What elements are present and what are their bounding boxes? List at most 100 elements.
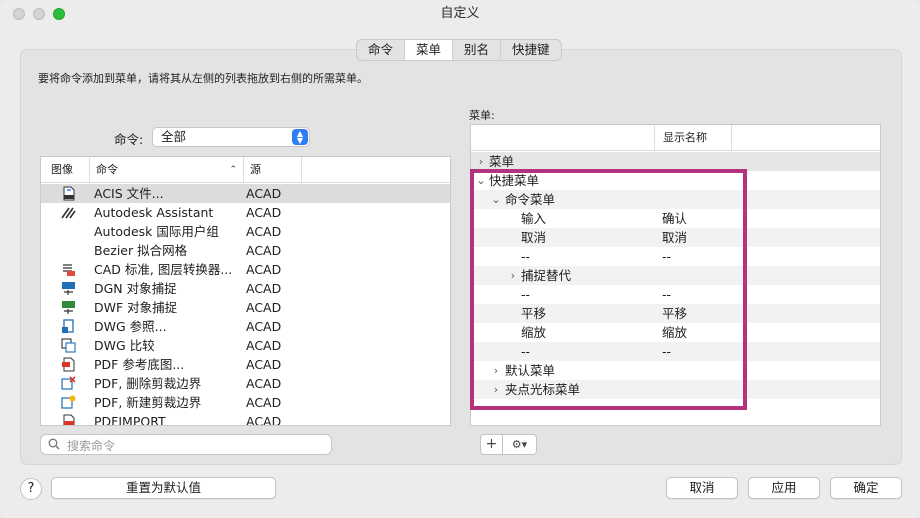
- tree-item-default-menu[interactable]: › 默认菜单: [471, 361, 880, 380]
- list-item-source: ACAD: [246, 376, 282, 391]
- tree-item-label: 命令菜单: [505, 192, 556, 207]
- apply-button[interactable]: 应用: [748, 477, 820, 499]
- menu-tree-label: 菜单:: [469, 109, 495, 122]
- window-title: 自定义: [440, 6, 480, 21]
- tree-item-menus[interactable]: › 菜单: [471, 152, 880, 171]
- tree-item-separator[interactable]: -- --: [471, 342, 880, 361]
- tree-item-separator[interactable]: -- --: [471, 285, 880, 304]
- tree-item-label: 缩放: [521, 325, 547, 340]
- tab-menus[interactable]: 菜单: [405, 40, 454, 60]
- chevron-right-icon[interactable]: ›: [490, 380, 502, 399]
- sort-ascending-icon: ⌃: [229, 165, 237, 175]
- list-item-name: Bezier 拟合网格: [94, 243, 188, 258]
- minimize-window-button[interactable]: [33, 8, 45, 20]
- list-item-name: Autodesk Assistant: [94, 205, 214, 220]
- chevron-down-icon[interactable]: ⌄: [475, 171, 487, 190]
- dwg-reference-icon: [62, 319, 74, 333]
- list-item-name: PDF, 删除剪裁边界: [94, 376, 202, 391]
- list-item[interactable]: ACIS 文件... ACAD: [41, 184, 450, 203]
- tree-item-enter[interactable]: 输入 确认: [471, 209, 880, 228]
- close-window-button[interactable]: [13, 8, 25, 20]
- menu-tree-header: 显示名称: [471, 125, 880, 151]
- tree-item-label: --: [521, 344, 531, 359]
- list-item-source: ACAD: [246, 338, 282, 353]
- instructions-text: 要将命令添加到菜单，请将其从左侧的列表拖放到右侧的所需菜单。: [38, 72, 368, 85]
- tree-item-pan[interactable]: 平移 平移: [471, 304, 880, 323]
- list-item-source: ACAD: [246, 414, 282, 426]
- tree-item-display-name: 取消: [662, 230, 688, 245]
- tab-commands[interactable]: 命令: [357, 40, 406, 60]
- list-item[interactable]: PDF, 删除剪裁边界 ACAD: [41, 374, 450, 393]
- list-item[interactable]: Autodesk 国际用户组 ACAD: [41, 222, 450, 241]
- customize-window: 自定义 命令 菜单 别名 快捷键 要将命令添加到菜单，请将其从左侧的列表拖放到右…: [0, 0, 920, 518]
- search-field[interactable]: 搜索命令: [40, 434, 332, 455]
- tree-item-cancel[interactable]: 取消 取消: [471, 228, 880, 247]
- command-filter-value: 全部: [161, 129, 187, 144]
- list-item[interactable]: PDF, 新建剪裁边界 ACAD: [41, 393, 450, 412]
- dwf-snap-icon: [62, 301, 75, 314]
- search-placeholder: 搜索命令: [67, 439, 116, 453]
- tab-shortcuts[interactable]: 快捷键: [501, 40, 561, 60]
- list-item-name: Autodesk 国际用户组: [94, 224, 219, 239]
- tab-aliases[interactable]: 别名: [453, 40, 502, 60]
- list-item[interactable]: PDFIMPORT ACAD: [41, 412, 450, 426]
- add-button[interactable]: +: [480, 434, 503, 455]
- chevron-right-icon[interactable]: ›: [475, 152, 487, 171]
- tree-empty-row: [471, 399, 880, 418]
- help-button[interactable]: ?: [20, 478, 42, 500]
- chevron-right-icon[interactable]: ›: [490, 361, 502, 380]
- list-item-name: PDFIMPORT: [94, 414, 166, 426]
- command-filter-select[interactable]: 全部 ▲ ▼: [152, 127, 310, 147]
- autodesk-assistant-icon: [61, 207, 76, 219]
- command-list[interactable]: 图像 命令 ⌃ 源 ACIS 文件... ACAD Autodesk Assis…: [40, 156, 451, 426]
- list-item-source: ACAD: [246, 205, 282, 220]
- list-item[interactable]: Bezier 拟合网格 ACAD: [41, 241, 450, 260]
- chevron-down-icon[interactable]: ⌄: [490, 190, 502, 209]
- select-stepper-icon: ▲ ▼: [292, 129, 308, 145]
- list-item-source: ACAD: [246, 186, 282, 201]
- list-item-name: ACIS 文件...: [94, 186, 164, 201]
- pdf-underlay-icon: [62, 357, 75, 372]
- zoom-window-button[interactable]: [53, 8, 65, 20]
- ok-button[interactable]: 确定: [830, 477, 902, 499]
- tree-item-separator[interactable]: -- --: [471, 247, 880, 266]
- tree-item-snap-overrides[interactable]: › 捕捉替代: [471, 266, 880, 285]
- cancel-button[interactable]: 取消: [666, 477, 738, 499]
- tree-item-command-menu[interactable]: ⌄ 命令菜单: [471, 190, 880, 209]
- list-item-source: ACAD: [246, 243, 282, 258]
- tree-item-grip-cursor-menu[interactable]: › 夹点光标菜单: [471, 380, 880, 399]
- reset-defaults-button[interactable]: 重置为默认值: [51, 477, 276, 499]
- list-item[interactable]: DWG 参照... ACAD: [41, 317, 450, 336]
- gear-menu-button[interactable]: ⚙︎▾: [503, 434, 537, 455]
- list-item-name: DWG 比较: [94, 338, 155, 353]
- list-item[interactable]: PDF 参考底图... ACAD: [41, 355, 450, 374]
- list-item-source: ACAD: [246, 224, 282, 239]
- list-item[interactable]: DWG 比较 ACAD: [41, 336, 450, 355]
- tree-item-label: 夹点光标菜单: [505, 382, 581, 397]
- list-item[interactable]: DWF 对象捕捉 ACAD: [41, 298, 450, 317]
- list-item-source: ACAD: [246, 395, 282, 410]
- list-item[interactable]: DGN 对象捕捉 ACAD: [41, 279, 450, 298]
- cad-standards-icon: [63, 264, 75, 276]
- menu-tree[interactable]: 显示名称 › 菜单 ⌄ 快捷菜单 ⌄ 命令菜单 输入 确认 取消 取消 -- -…: [470, 124, 881, 426]
- column-header-display-name[interactable]: 显示名称: [655, 125, 732, 151]
- tree-item-zoom[interactable]: 缩放 缩放: [471, 323, 880, 342]
- list-item[interactable]: Autodesk Assistant ACAD: [41, 203, 450, 222]
- column-header-menu[interactable]: [471, 125, 655, 151]
- list-item[interactable]: CAD 标准, 图层转换器... ACAD: [41, 260, 450, 279]
- tree-item-label: 输入: [521, 211, 547, 226]
- column-header-command-label: 命令: [96, 163, 118, 176]
- list-item-name: DWF 对象捕捉: [94, 300, 178, 315]
- tree-item-display-name: 缩放: [662, 325, 688, 340]
- gear-icon: ⚙︎▾: [511, 438, 528, 451]
- tree-item-shortcut-menus[interactable]: ⌄ 快捷菜单: [471, 171, 880, 190]
- tree-item-display-name: --: [662, 249, 672, 264]
- tree-item-display-name: 平移: [662, 306, 688, 321]
- chevron-right-icon[interactable]: ›: [507, 266, 519, 285]
- column-header-image[interactable]: 图像: [41, 157, 90, 183]
- tree-item-label: 平移: [521, 306, 547, 321]
- column-header-command[interactable]: 命令 ⌃: [90, 157, 244, 183]
- tree-item-label: --: [521, 287, 531, 302]
- tree-item-display-name: --: [662, 344, 672, 359]
- column-header-source[interactable]: 源: [244, 157, 302, 183]
